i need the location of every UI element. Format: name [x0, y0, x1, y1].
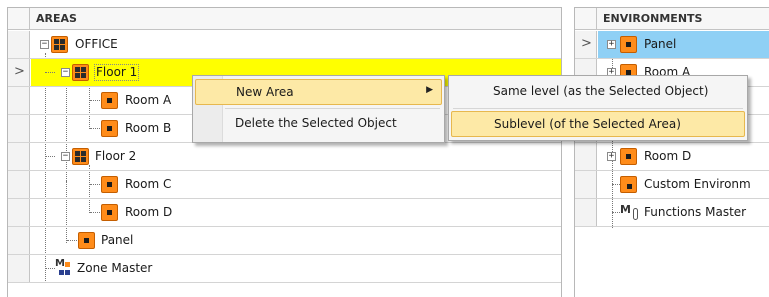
area-grid-icon: [72, 64, 89, 81]
current-row-arrow-icon: >: [581, 36, 592, 51]
tree-row-room-d[interactable]: Room D: [8, 199, 561, 227]
tree-row-zone-master[interactable]: M Zone Master: [8, 255, 561, 283]
tree-line: [612, 184, 620, 185]
environments-header-label: ENVIRONMENTS: [603, 12, 703, 25]
tree-node-label: Custom Environm: [644, 177, 751, 191]
tree-line: [45, 156, 55, 157]
context-submenu: Same level (as the Selected Object) Subl…: [448, 75, 748, 141]
tree-cell: Room C: [31, 171, 561, 198]
areas-header-label: AREAS: [36, 12, 77, 25]
tree-line: [90, 184, 100, 185]
submenu-arrow-icon: ▶: [426, 85, 433, 95]
collapse-icon[interactable]: −: [61, 68, 70, 77]
tree-line: [90, 100, 100, 101]
tree-line: [45, 268, 55, 269]
row-selector[interactable]: [8, 171, 30, 198]
areas-tree-panel: AREAS − OFFICE > − Floor 1 Room A Room B…: [7, 7, 562, 297]
row-selector[interactable]: [575, 143, 597, 170]
tree-cell: − OFFICE: [31, 31, 561, 58]
env-row-functions-master[interactable]: M Functions Master: [575, 199, 769, 227]
areas-header: AREAS: [8, 8, 561, 30]
room-icon: [620, 148, 637, 165]
tree-node-label: OFFICE: [75, 37, 118, 51]
area-grid-icon: [72, 148, 89, 165]
header-selector-cell: [575, 8, 597, 29]
tree-row-room-c[interactable]: Room C: [8, 171, 561, 199]
area-grid-icon: [51, 36, 68, 53]
tree-line: [612, 212, 620, 213]
collapse-icon[interactable]: −: [40, 40, 49, 49]
environments-tree-panel: ENVIRONMENTS > + Panel + Room A + Room D: [574, 7, 769, 297]
row-selector[interactable]: [8, 143, 30, 170]
row-selector[interactable]: >: [575, 31, 597, 58]
tree-row-floor-2[interactable]: − Floor 2: [8, 143, 561, 171]
current-row-arrow-icon: >: [14, 64, 25, 79]
tree-cell: M Functions Master: [598, 199, 769, 226]
context-menu: New Area ▶ Delete the Selected Object: [192, 75, 445, 143]
tree-node-label: Functions Master: [644, 205, 747, 219]
header-selector-cell: [8, 8, 30, 29]
menu-item-label: Same level (as the Selected Object): [493, 84, 709, 98]
menu-item-same-level[interactable]: Same level (as the Selected Object): [451, 79, 745, 105]
menu-item-label: New Area: [236, 85, 294, 99]
expand-icon[interactable]: +: [607, 40, 616, 49]
tree-row-panel[interactable]: Panel: [8, 227, 561, 255]
zone-master-icon: M: [55, 258, 75, 278]
row-selector[interactable]: [8, 87, 30, 114]
tree-cell: M Zone Master: [31, 255, 561, 282]
row-selector[interactable]: [8, 199, 30, 226]
tree-line: [45, 72, 55, 73]
tree-line: [67, 240, 77, 241]
tree-line: [90, 128, 100, 129]
tree-node-label: Room D: [125, 205, 173, 219]
tree-cell: + Room D: [598, 143, 769, 170]
row-selector[interactable]: [575, 199, 597, 226]
menu-separator: [225, 108, 440, 109]
tree-node-label: Zone Master: [77, 261, 153, 275]
row-selector[interactable]: >: [8, 59, 30, 86]
env-row-panel[interactable]: > + Panel: [575, 31, 769, 59]
room-icon: [78, 232, 95, 249]
tree-node-label: Panel: [644, 37, 677, 51]
menu-item-sublevel[interactable]: Sublevel (of the Selected Area): [451, 111, 745, 137]
tree-cell: + Panel: [598, 31, 769, 58]
custom-environment-icon: [620, 176, 637, 193]
tree-node-label: Floor 1: [93, 64, 140, 81]
room-icon: [101, 176, 118, 193]
tree-node-label: Room A: [125, 93, 172, 107]
menu-item-label: Delete the Selected Object: [235, 116, 397, 130]
collapse-icon[interactable]: −: [61, 152, 70, 161]
environments-header: ENVIRONMENTS: [575, 8, 769, 30]
tree-node-label: Room B: [125, 121, 172, 135]
expand-icon[interactable]: +: [607, 152, 616, 161]
tree-node-label: Panel: [101, 233, 134, 247]
row-selector[interactable]: [8, 227, 30, 254]
functions-master-icon: M: [620, 203, 642, 222]
room-icon: [620, 36, 637, 53]
env-row-room-d[interactable]: + Room D: [575, 143, 769, 171]
menu-separator: [453, 108, 743, 109]
row-selector[interactable]: [8, 115, 30, 142]
row-selector[interactable]: [8, 255, 30, 282]
row-selector[interactable]: [575, 171, 597, 198]
room-icon: [101, 120, 118, 137]
menu-item-label: Sublevel (of the Selected Area): [494, 117, 681, 131]
tree-node-label: Floor 2: [95, 149, 137, 163]
room-icon: [101, 92, 118, 109]
room-icon: [101, 204, 118, 221]
tree-line: [90, 212, 100, 213]
menu-item-new-area[interactable]: New Area ▶: [195, 79, 442, 105]
tree-cell: Room D: [31, 199, 561, 226]
tree-cell: Panel: [31, 227, 561, 254]
env-row-custom-environment[interactable]: Custom Environm: [575, 171, 769, 199]
row-selector[interactable]: [8, 31, 30, 58]
tree-row-office[interactable]: − OFFICE: [8, 31, 561, 59]
menu-item-delete-selected-object[interactable]: Delete the Selected Object: [195, 111, 442, 137]
tree-cell: Custom Environm: [598, 171, 769, 198]
tree-node-label: Room D: [644, 149, 692, 163]
tree-cell: − Floor 2: [31, 143, 561, 170]
tree-node-label: Room C: [125, 177, 172, 191]
